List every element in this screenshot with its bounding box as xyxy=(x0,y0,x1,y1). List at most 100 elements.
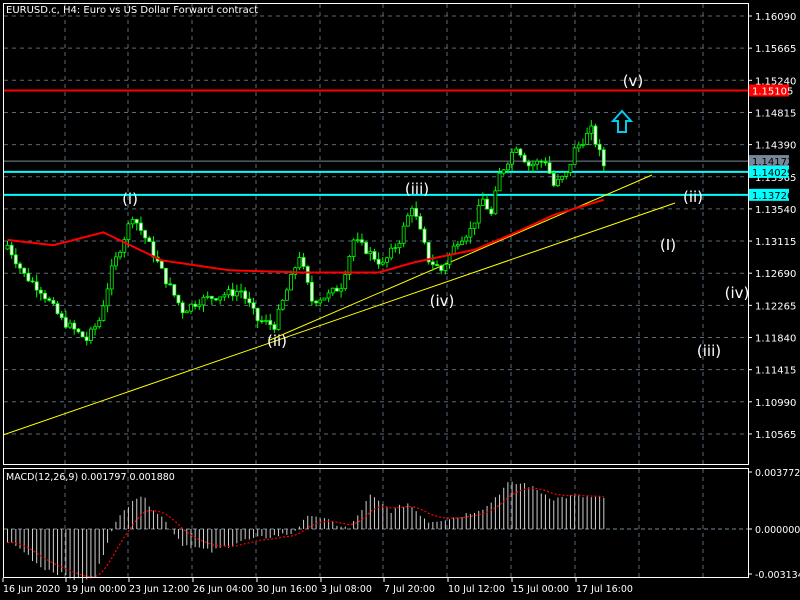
candle xyxy=(80,331,85,338)
candle-body xyxy=(51,299,56,304)
time-tick-label: 7 Jul 20:00 xyxy=(384,584,435,595)
wave-label[interactable]: (iv) xyxy=(725,284,750,302)
candle xyxy=(301,252,306,270)
time-axis[interactable]: 16 Jun 2020 19 Jun 00:00 23 Jun 12:00 26 Ju… xyxy=(2,578,633,595)
candle-body xyxy=(564,172,569,177)
candle-body xyxy=(280,299,285,310)
candle xyxy=(243,287,248,305)
candle xyxy=(205,291,210,300)
candle-body xyxy=(568,163,573,173)
candle xyxy=(364,240,369,255)
candle xyxy=(556,174,560,188)
candle xyxy=(568,163,573,176)
candle xyxy=(226,285,231,298)
candle xyxy=(501,168,506,176)
candle xyxy=(376,252,381,269)
candle xyxy=(389,243,394,261)
candle xyxy=(335,285,339,292)
candle xyxy=(47,296,52,302)
candle xyxy=(122,236,127,258)
candle-body xyxy=(526,161,531,167)
price-tick-label: 1.15665 xyxy=(755,44,796,55)
candle xyxy=(109,258,114,296)
candle-body xyxy=(247,298,252,304)
candle-body xyxy=(385,257,389,263)
candle xyxy=(72,320,77,335)
candle xyxy=(518,147,523,158)
candle-body xyxy=(201,296,206,306)
wave-label[interactable]: (iii) xyxy=(697,342,721,360)
wave-label[interactable]: (v) xyxy=(623,72,644,90)
time-tick-label: 3 Jul 08:00 xyxy=(321,584,372,595)
candle xyxy=(430,254,435,271)
wave-labels[interactable]: (v) (i) (iii) (ii) (I) (iv) (iv) (ii) (iii) xyxy=(122,72,749,360)
candle-body xyxy=(389,247,394,259)
candle-body xyxy=(410,207,414,217)
candle-body xyxy=(255,307,260,322)
candle-body xyxy=(301,257,306,267)
up-arrow-icon[interactable] xyxy=(610,109,634,133)
time-tick-label: 17 Jul 16:00 xyxy=(576,584,633,595)
macd-panel: 0.003772 0.000000 -0.003134 xyxy=(4,468,800,584)
candle-body xyxy=(560,175,565,180)
candle xyxy=(410,205,414,223)
candle xyxy=(280,299,285,311)
wave-label[interactable]: (ii) xyxy=(267,332,287,350)
candle xyxy=(151,236,156,263)
candle xyxy=(284,287,289,301)
candle xyxy=(310,275,314,306)
candle-body xyxy=(259,320,264,323)
candle xyxy=(43,290,47,303)
price-chart[interactable]: (v) (i) (iii) (ii) (I) (iv) (iv) (ii) (iii) EURU… xyxy=(0,0,800,600)
candle xyxy=(18,261,22,275)
candle-body xyxy=(489,208,494,215)
wave-label[interactable]: (iii) xyxy=(405,180,429,198)
wave-label[interactable]: (I) xyxy=(660,236,676,254)
candle-body xyxy=(343,274,348,290)
candle xyxy=(164,267,168,288)
candle xyxy=(343,270,348,291)
candle-body xyxy=(601,149,606,167)
candle xyxy=(372,248,377,262)
candle xyxy=(360,233,364,246)
wave-label[interactable]: (iv) xyxy=(430,292,455,310)
price-level-label: 1.13726 xyxy=(752,191,793,202)
candle-body xyxy=(310,281,314,302)
candle xyxy=(405,212,410,227)
candle-body xyxy=(272,324,277,330)
trendline-upper[interactable] xyxy=(269,174,653,341)
candle-body xyxy=(531,163,535,167)
candle-body xyxy=(168,283,173,286)
candle-body xyxy=(505,163,510,171)
candle-body xyxy=(97,320,102,328)
candle-body xyxy=(514,148,519,153)
candle-body xyxy=(264,320,268,322)
candle-body xyxy=(547,162,552,174)
candle-body xyxy=(226,289,231,296)
candle xyxy=(385,256,389,268)
candle-body xyxy=(26,272,31,282)
candle xyxy=(101,300,106,322)
candle xyxy=(414,201,419,220)
candle-body xyxy=(322,297,327,301)
price-axis[interactable]: 1.160901.156651.152401.148151.143901.139… xyxy=(748,12,796,441)
candle-body xyxy=(535,160,539,165)
price-tick-label: 1.16090 xyxy=(755,12,796,23)
candle xyxy=(255,307,260,329)
candle xyxy=(397,240,402,254)
macd-frame xyxy=(3,468,749,578)
candle xyxy=(460,236,464,246)
horizontal-levels[interactable] xyxy=(4,89,748,196)
wave-label[interactable]: (i) xyxy=(122,190,138,208)
candle xyxy=(93,323,97,336)
candle-body xyxy=(47,298,52,301)
candle xyxy=(322,297,327,301)
candle-body xyxy=(193,303,198,307)
candle xyxy=(180,300,185,319)
candle xyxy=(176,294,181,306)
wave-label[interactable]: (ii) xyxy=(683,188,703,206)
candle-body xyxy=(397,242,402,249)
candle xyxy=(63,310,68,330)
candle-body xyxy=(197,304,202,307)
candle-body xyxy=(22,267,27,274)
